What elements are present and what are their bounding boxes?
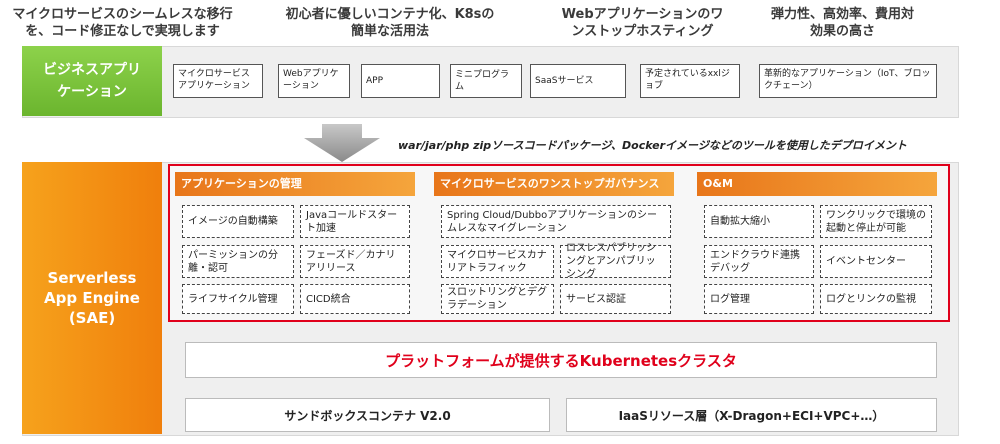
feature-item: エンドクラウド連携デバッグ	[704, 245, 814, 278]
feature-item: サービス認証	[560, 284, 671, 314]
sandbox-container-box: サンドボックスコンテナ V2.0	[185, 398, 550, 432]
business-item: ミニプログラム	[450, 64, 522, 98]
business-item: 革新的なアプリケーション（IoT、ブロックチェーン）	[759, 64, 937, 98]
iaas-layer-text: IaaSリソース層（X-Dragon+ECI+VPC+…）	[618, 408, 885, 423]
sandbox-container-text: サンドボックスコンテナ V2.0	[284, 408, 451, 423]
headline-1: マイクロサービスのシームレスな移行を、コード修正なしで実現します	[12, 7, 233, 39]
feature-item: ログとリンクの監視	[820, 284, 932, 314]
feature-item: Spring Cloud/Dubboアプリケーションのシームレスなマイグレーショ…	[441, 205, 671, 238]
business-item: マイクロサービスアプリケーション	[173, 64, 263, 98]
feature-item: ログ管理	[704, 284, 814, 314]
business-item: Webアプリケーション	[278, 64, 350, 98]
sae-label-text: Serverless App Engine (SAE)	[44, 269, 140, 327]
feature-item: イベントセンター	[820, 245, 932, 278]
headline-2: 初心者に優しいコンテナ化、K8sの簡単な活用法	[285, 7, 495, 39]
feature-item: スロットリングとデグラデーション	[441, 284, 554, 314]
feature-item: Javaコールドスタート加速	[300, 205, 410, 238]
business-item: APP	[361, 64, 440, 98]
headline-4: 弾力性、高効率、費用対効果の高さ	[770, 7, 914, 39]
iaas-layer-box: IaaSリソース層（X-Dragon+ECI+VPC+…）	[566, 398, 937, 432]
feature-item: フェーズド／カナリアリリース	[300, 245, 410, 278]
section-header-microservice-governance: マイクロサービスのワンストップガバナンス	[434, 172, 674, 196]
feature-item: 自動拡大縮小	[704, 205, 814, 238]
sae-label: Serverless App Engine (SAE)	[22, 162, 162, 434]
feature-item: ワンクリックで環境の起動と停止が可能	[820, 205, 932, 238]
feature-item: イメージの自動構築	[182, 205, 294, 238]
business-label: ビジネスアプリケーション	[22, 46, 162, 116]
k8s-cluster-text: プラットフォームが提供するKubernetesクラスタ	[385, 351, 737, 370]
deploy-text: war/jar/php zipソースコードパッケージ、Dockerイメージなどの…	[398, 139, 907, 152]
section-header-om: O&M	[697, 172, 937, 196]
feature-item: CICD統合	[300, 284, 410, 314]
business-item: SaaSサービス	[530, 64, 626, 98]
feature-item: ライフサイクル管理	[182, 284, 294, 314]
section-header-app-management: アプリケーションの管理	[175, 172, 415, 196]
business-label-text: ビジネスアプリケーション	[43, 62, 141, 100]
feature-item: マイクロサービスカナリアトラフィック	[441, 245, 554, 278]
feature-item: ロスレスパブリッシングとアンパブリッシング	[560, 243, 671, 280]
down-arrow-icon	[304, 124, 380, 162]
k8s-cluster-box: プラットフォームが提供するKubernetesクラスタ	[185, 342, 937, 378]
feature-item: パーミッションの分離・認可	[182, 245, 294, 278]
business-item: 予定されているxxlジョブ	[640, 64, 740, 98]
headline-3: Webアプリケーションのワンストップホスティング	[561, 7, 724, 39]
